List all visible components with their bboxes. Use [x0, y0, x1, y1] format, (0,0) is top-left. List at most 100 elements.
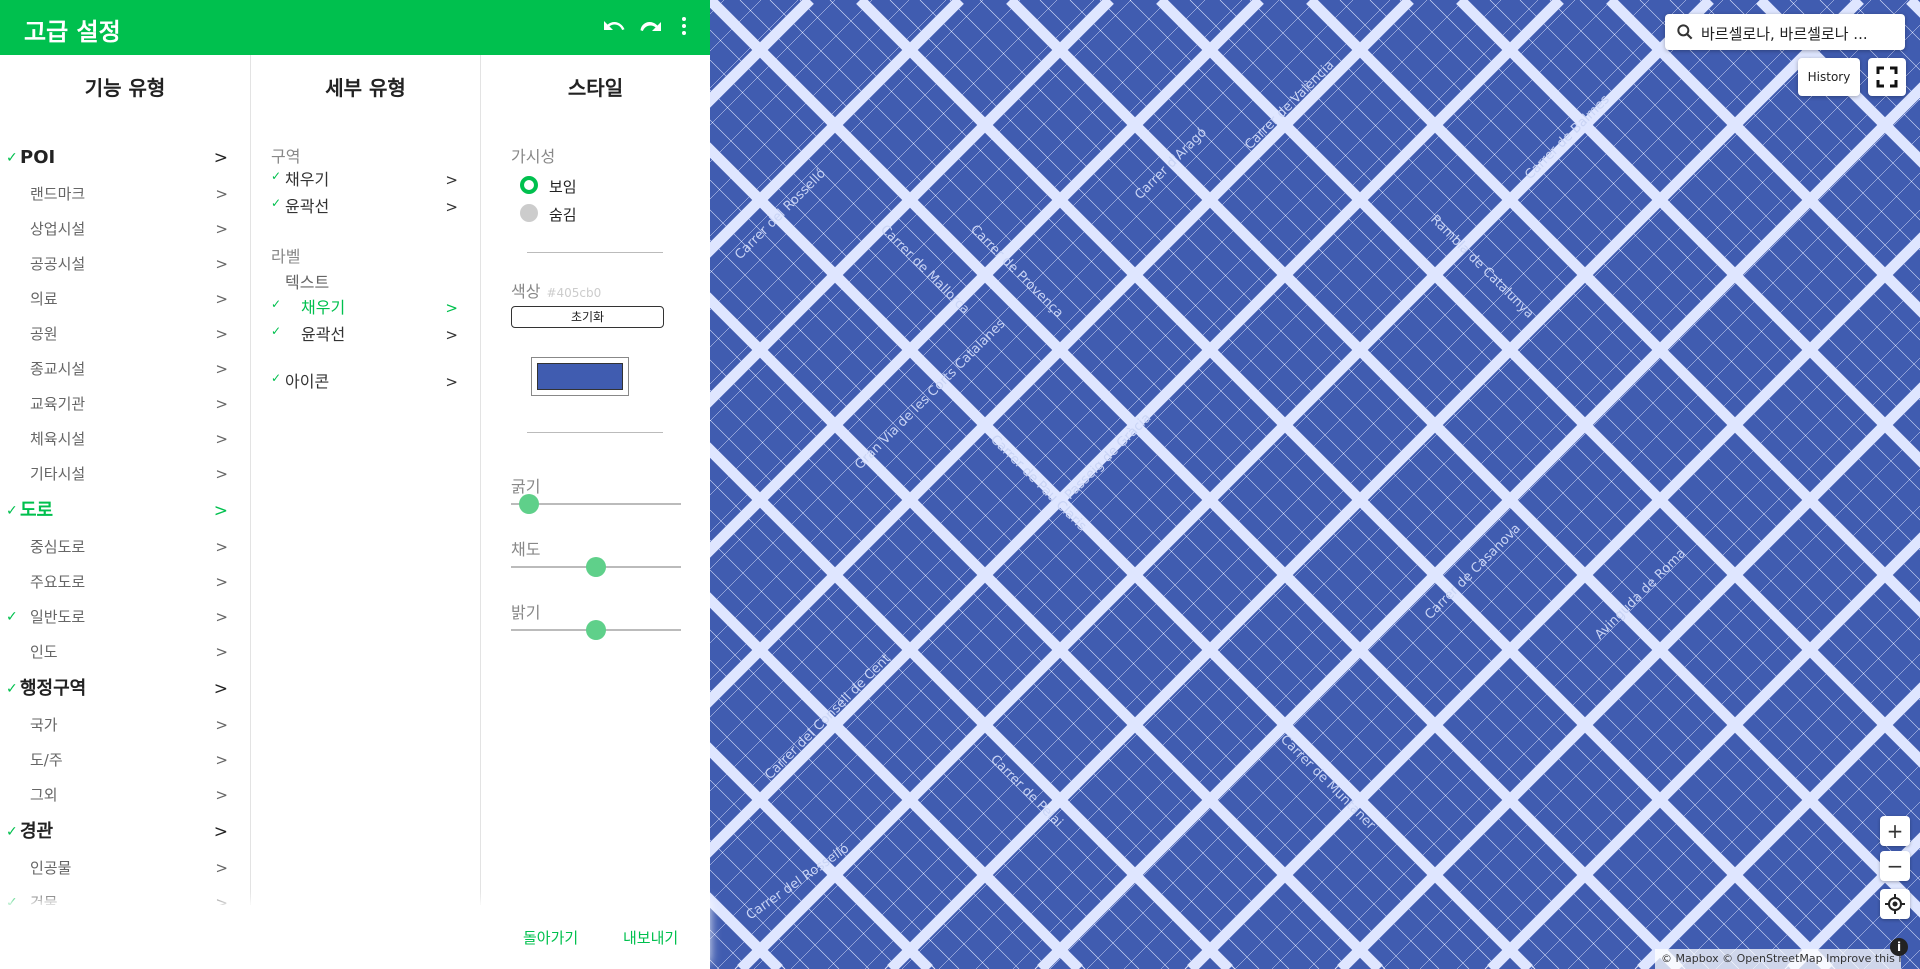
feature-subcategory[interactable]: 인도 > — [0, 639, 250, 665]
check-icon: ✓ — [6, 681, 18, 697]
feature-subcategory[interactable]: ✓ 일반도로 > — [0, 604, 250, 630]
visible-radio[interactable] — [520, 176, 538, 194]
chevron-right-icon: > — [215, 360, 228, 378]
settings-panel: 고급 설정 기능 유형 ✓ POI > 랜드마크 > 상업시설 > 공공시설 > 의료 > 공원 > 종교… — [0, 0, 710, 969]
visible-label: 보임 — [549, 178, 577, 196]
feature-subcategory[interactable]: 주요도로 > — [0, 569, 250, 595]
divider — [527, 252, 663, 253]
undo-icon[interactable] — [600, 14, 628, 42]
feature-label: 인공물 — [30, 859, 72, 877]
chevron-right-icon: > — [215, 608, 228, 626]
feature-label: 도/주 — [30, 751, 63, 769]
color-swatch-fill — [537, 363, 623, 390]
reset-button[interactable]: 초기화 — [511, 306, 664, 328]
saturation-label: 채도 — [511, 540, 541, 559]
subtype-label: 아이콘 — [285, 372, 330, 391]
chevron-right-icon: > — [215, 325, 228, 343]
map-search[interactable]: 바르셀로나, 바르셀로나 ... — [1665, 14, 1905, 50]
saturation-slider-thumb[interactable] — [586, 557, 606, 577]
feature-subcategory[interactable]: 랜드마크 > — [0, 181, 250, 207]
feature-subcategory[interactable]: ✓ 건물 > — [0, 890, 250, 905]
text-heading: 텍스트 — [285, 273, 330, 292]
feature-category[interactable]: ✓ 경관 > — [0, 819, 250, 845]
street-label: Carrer de València — [1242, 58, 1337, 153]
feature-label: 그외 — [30, 786, 58, 804]
feature-subcategory[interactable]: 인공물 > — [0, 855, 250, 881]
weight-slider-track[interactable] — [511, 494, 681, 514]
redo-icon[interactable] — [636, 14, 664, 42]
subtype-text-fill[interactable]: ✓ 채우기 > — [251, 295, 480, 321]
lightness-slider-thumb[interactable] — [586, 620, 606, 640]
chevron-right-icon: > — [213, 822, 228, 842]
check-icon: ✓ — [271, 169, 282, 183]
subtype-area-fill[interactable]: ✓ 채우기 > — [251, 167, 480, 193]
feature-label: 주요도로 — [30, 573, 86, 591]
chevron-right-icon: > — [215, 643, 228, 661]
chevron-right-icon: > — [215, 751, 228, 769]
history-button[interactable]: History — [1798, 58, 1860, 96]
feature-subcategory[interactable]: 교육기관 > — [0, 391, 250, 417]
lightness-slider-track[interactable] — [511, 620, 681, 640]
subtype-text-outline[interactable]: ✓ 윤곽선 > — [251, 322, 480, 348]
street-label: Carrer de Muntaner — [1277, 732, 1378, 833]
feature-label: 교육기관 — [30, 395, 86, 413]
chevron-right-icon: > — [445, 373, 458, 391]
hidden-radio[interactable] — [520, 204, 538, 222]
chevron-right-icon: > — [215, 716, 228, 734]
chevron-right-icon: > — [215, 395, 228, 413]
chevron-right-icon: > — [215, 220, 228, 238]
chevron-right-icon: > — [215, 573, 228, 591]
feature-label: 체육시설 — [30, 430, 86, 448]
color-label: 색상 #405cb0 — [511, 278, 601, 302]
zoom-in-button[interactable]: + — [1880, 816, 1910, 846]
feature-subcategory[interactable]: 공원 > — [0, 321, 250, 347]
info-icon[interactable]: i — [1890, 938, 1908, 956]
saturation-slider-track[interactable] — [511, 557, 681, 577]
feature-label: 종교시설 — [30, 360, 86, 378]
chevron-right-icon: > — [445, 326, 458, 344]
feature-category[interactable]: ✓ 도로 > — [0, 498, 250, 524]
feature-type-heading: 기능 유형 — [84, 76, 166, 100]
check-icon: ✓ — [271, 196, 282, 210]
weight-slider-thumb[interactable] — [518, 494, 539, 514]
check-icon: ✓ — [271, 324, 282, 338]
feature-category[interactable]: ✓ 행정구역 > — [0, 676, 250, 702]
feature-label: 국가 — [30, 716, 58, 734]
map-canvas[interactable]: Carrer del Rosselló Carrer de Mallorca Car… — [710, 0, 1920, 969]
feature-subcategory[interactable]: 그외 > — [0, 782, 250, 808]
feature-label: 도로 — [20, 500, 54, 521]
chevron-right-icon: > — [215, 894, 228, 905]
subtype-icon[interactable]: ✓ 아이콘 > — [251, 369, 480, 395]
color-swatch[interactable] — [531, 357, 629, 396]
color-label-text: 색상 — [511, 282, 541, 301]
feature-subcategory[interactable]: 종교시설 > — [0, 356, 250, 382]
back-button[interactable]: 돌아가기 — [523, 927, 578, 948]
feature-subcategory[interactable]: 도/주 > — [0, 747, 250, 773]
locate-icon[interactable] — [1880, 889, 1910, 919]
map-attribution[interactable]: © Mapbox © OpenStreetMap Improve this ma… — [1655, 949, 1901, 969]
feature-subcategory[interactable]: 의료 > — [0, 286, 250, 312]
export-button[interactable]: 내보내기 — [623, 927, 678, 948]
feature-subcategory[interactable]: 상업시설 > — [0, 216, 250, 242]
fullscreen-icon[interactable] — [1868, 58, 1906, 96]
chevron-right-icon: > — [215, 859, 228, 877]
feature-subcategory[interactable]: 중심도로 > — [0, 534, 250, 560]
more-vert-icon[interactable] — [670, 14, 698, 42]
street-label: Passeig de Gràcia — [1062, 411, 1154, 503]
feature-subcategory[interactable]: 공공시설 > — [0, 251, 250, 277]
zoom-out-button[interactable]: − — [1880, 851, 1910, 881]
feature-type-column: 기능 유형 ✓ POI > 랜드마크 > 상업시설 > 공공시설 > 의료 > 공원 > 종교시설 > 교육기… — [0, 55, 251, 905]
street-label: Carrer de Mallorca — [877, 222, 972, 317]
subtype-area-outline[interactable]: ✓ 윤곽선 > — [251, 194, 480, 220]
subtype-label: 채우기 — [301, 298, 346, 317]
chevron-right-icon: > — [215, 185, 228, 203]
feature-subcategory[interactable]: 국가 > — [0, 712, 250, 738]
chevron-right-icon: > — [213, 679, 228, 699]
feature-subcategory[interactable]: 기타시설 > — [0, 461, 250, 487]
check-icon: ✓ — [271, 297, 282, 311]
chevron-right-icon: > — [215, 786, 228, 804]
feature-subcategory[interactable]: 체육시설 > — [0, 426, 250, 452]
feature-category[interactable]: ✓ POI > — [0, 145, 250, 171]
check-icon: ✓ — [6, 503, 18, 519]
lightness-label: 밝기 — [511, 603, 541, 622]
